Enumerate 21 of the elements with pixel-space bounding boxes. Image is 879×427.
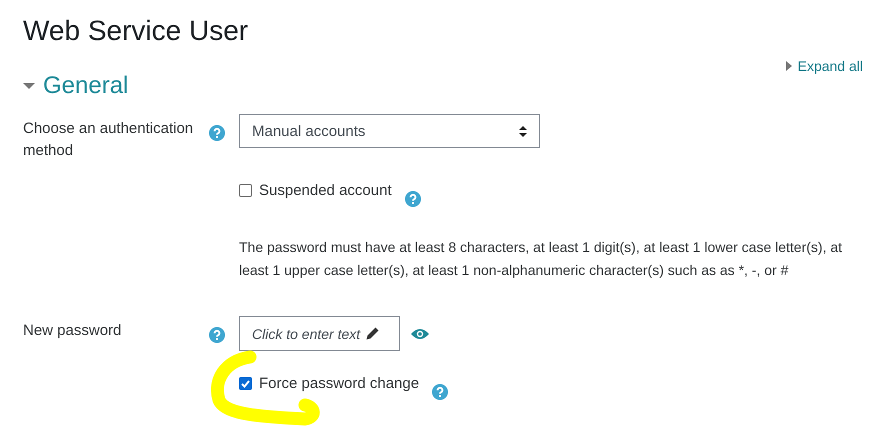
checkbox[interactable]	[239, 184, 252, 197]
select-caret-icon	[519, 126, 527, 136]
help-icon[interactable]	[209, 125, 225, 141]
eye-icon[interactable]	[411, 328, 429, 340]
field-label: Choose an authentication method	[23, 119, 194, 161]
collapse-caret-icon[interactable]	[23, 80, 35, 92]
checkbox[interactable]	[239, 377, 252, 390]
checkbox-label: Suspended account	[259, 182, 392, 199]
checkbox-label: Force password change	[259, 375, 420, 392]
section-heading[interactable]: General	[43, 72, 128, 100]
pencil-icon	[365, 326, 380, 341]
password-rules-text: The password must have at least 8 characters, at least 1 digit(s), at least 1 lower case letter(s), at least 1 upper case letter(s), at least 1 non-alphanumeric character(s) such as as *, -, or #	[239, 238, 844, 280]
auth-method-select[interactable]: Manual accounts	[239, 114, 540, 148]
field-label: New password	[23, 321, 122, 341]
help-icon[interactable]	[404, 191, 421, 207]
password-field[interactable]: Click to enter text	[239, 316, 400, 351]
expand-all-link[interactable]: Expand all	[786, 58, 863, 74]
help-icon[interactable]	[432, 384, 448, 400]
expand-triangle-icon	[786, 61, 792, 71]
page-title: Web Service User	[23, 14, 250, 48]
help-icon[interactable]	[209, 327, 225, 343]
